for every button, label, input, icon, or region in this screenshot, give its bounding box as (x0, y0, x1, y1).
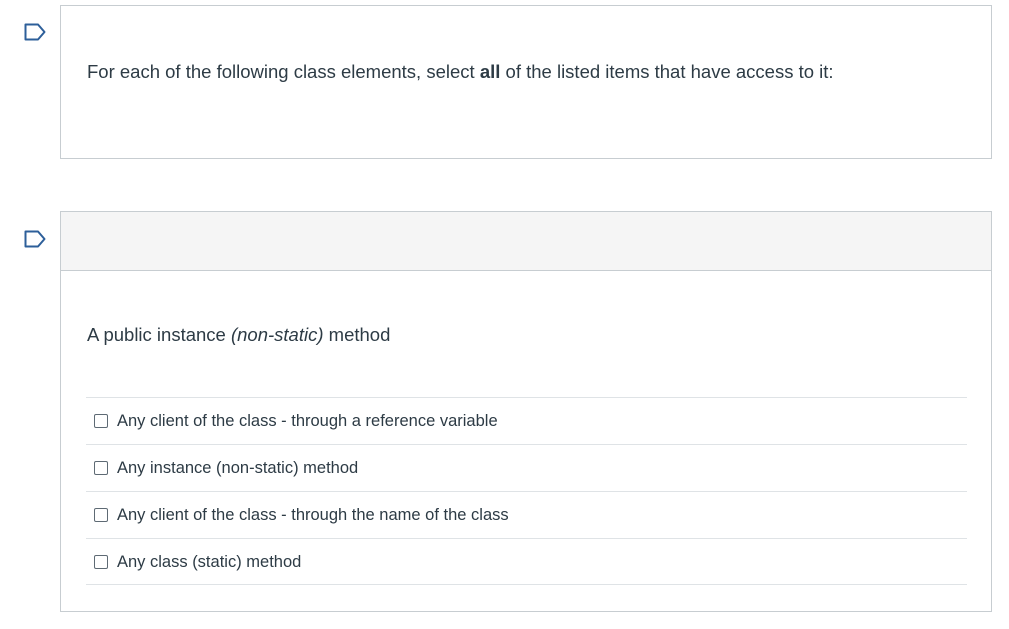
question-prompt: A public instance (non-static) method (87, 324, 390, 346)
answer-checkbox[interactable] (94, 508, 108, 522)
answer-label[interactable]: Any class (static) method (117, 552, 301, 572)
answer-checkbox[interactable] (94, 461, 108, 475)
question-box: A public instance (non-static) method An… (60, 211, 992, 612)
answer-label[interactable]: Any instance (non-static) method (117, 458, 358, 478)
answer-checkbox[interactable] (94, 414, 108, 428)
answer-option[interactable]: Any client of the class - through the na… (86, 491, 967, 538)
intro-text-box: For each of the following class elements… (60, 5, 992, 159)
intro-text-start: For each of the following class elements… (87, 61, 480, 82)
question-prompt-italic: (non-static) (230, 324, 324, 345)
answer-label[interactable]: Any client of the class - through the na… (117, 505, 509, 525)
flag-question-icon[interactable] (24, 23, 46, 41)
answer-list: Any client of the class - through a refe… (86, 397, 967, 585)
answer-checkbox[interactable] (94, 554, 108, 569)
intro-text-emphasis: all (479, 61, 501, 82)
intro-text-end: of the listed items that have access to … (500, 61, 834, 82)
answer-option[interactable]: Any client of the class - through a refe… (86, 397, 967, 444)
question-header (61, 212, 991, 271)
quiz-page: For each of the following class elements… (0, 0, 1009, 629)
answer-label[interactable]: Any client of the class - through a refe… (117, 411, 498, 431)
question-prompt-end: method (323, 324, 391, 345)
intro-text: For each of the following class elements… (87, 61, 834, 83)
answer-option[interactable]: Any class (static) method (86, 538, 967, 585)
question-prompt-start: A public instance (87, 324, 231, 345)
flag-question-icon[interactable] (24, 230, 46, 248)
answer-option[interactable]: Any instance (non-static) method (86, 444, 967, 491)
